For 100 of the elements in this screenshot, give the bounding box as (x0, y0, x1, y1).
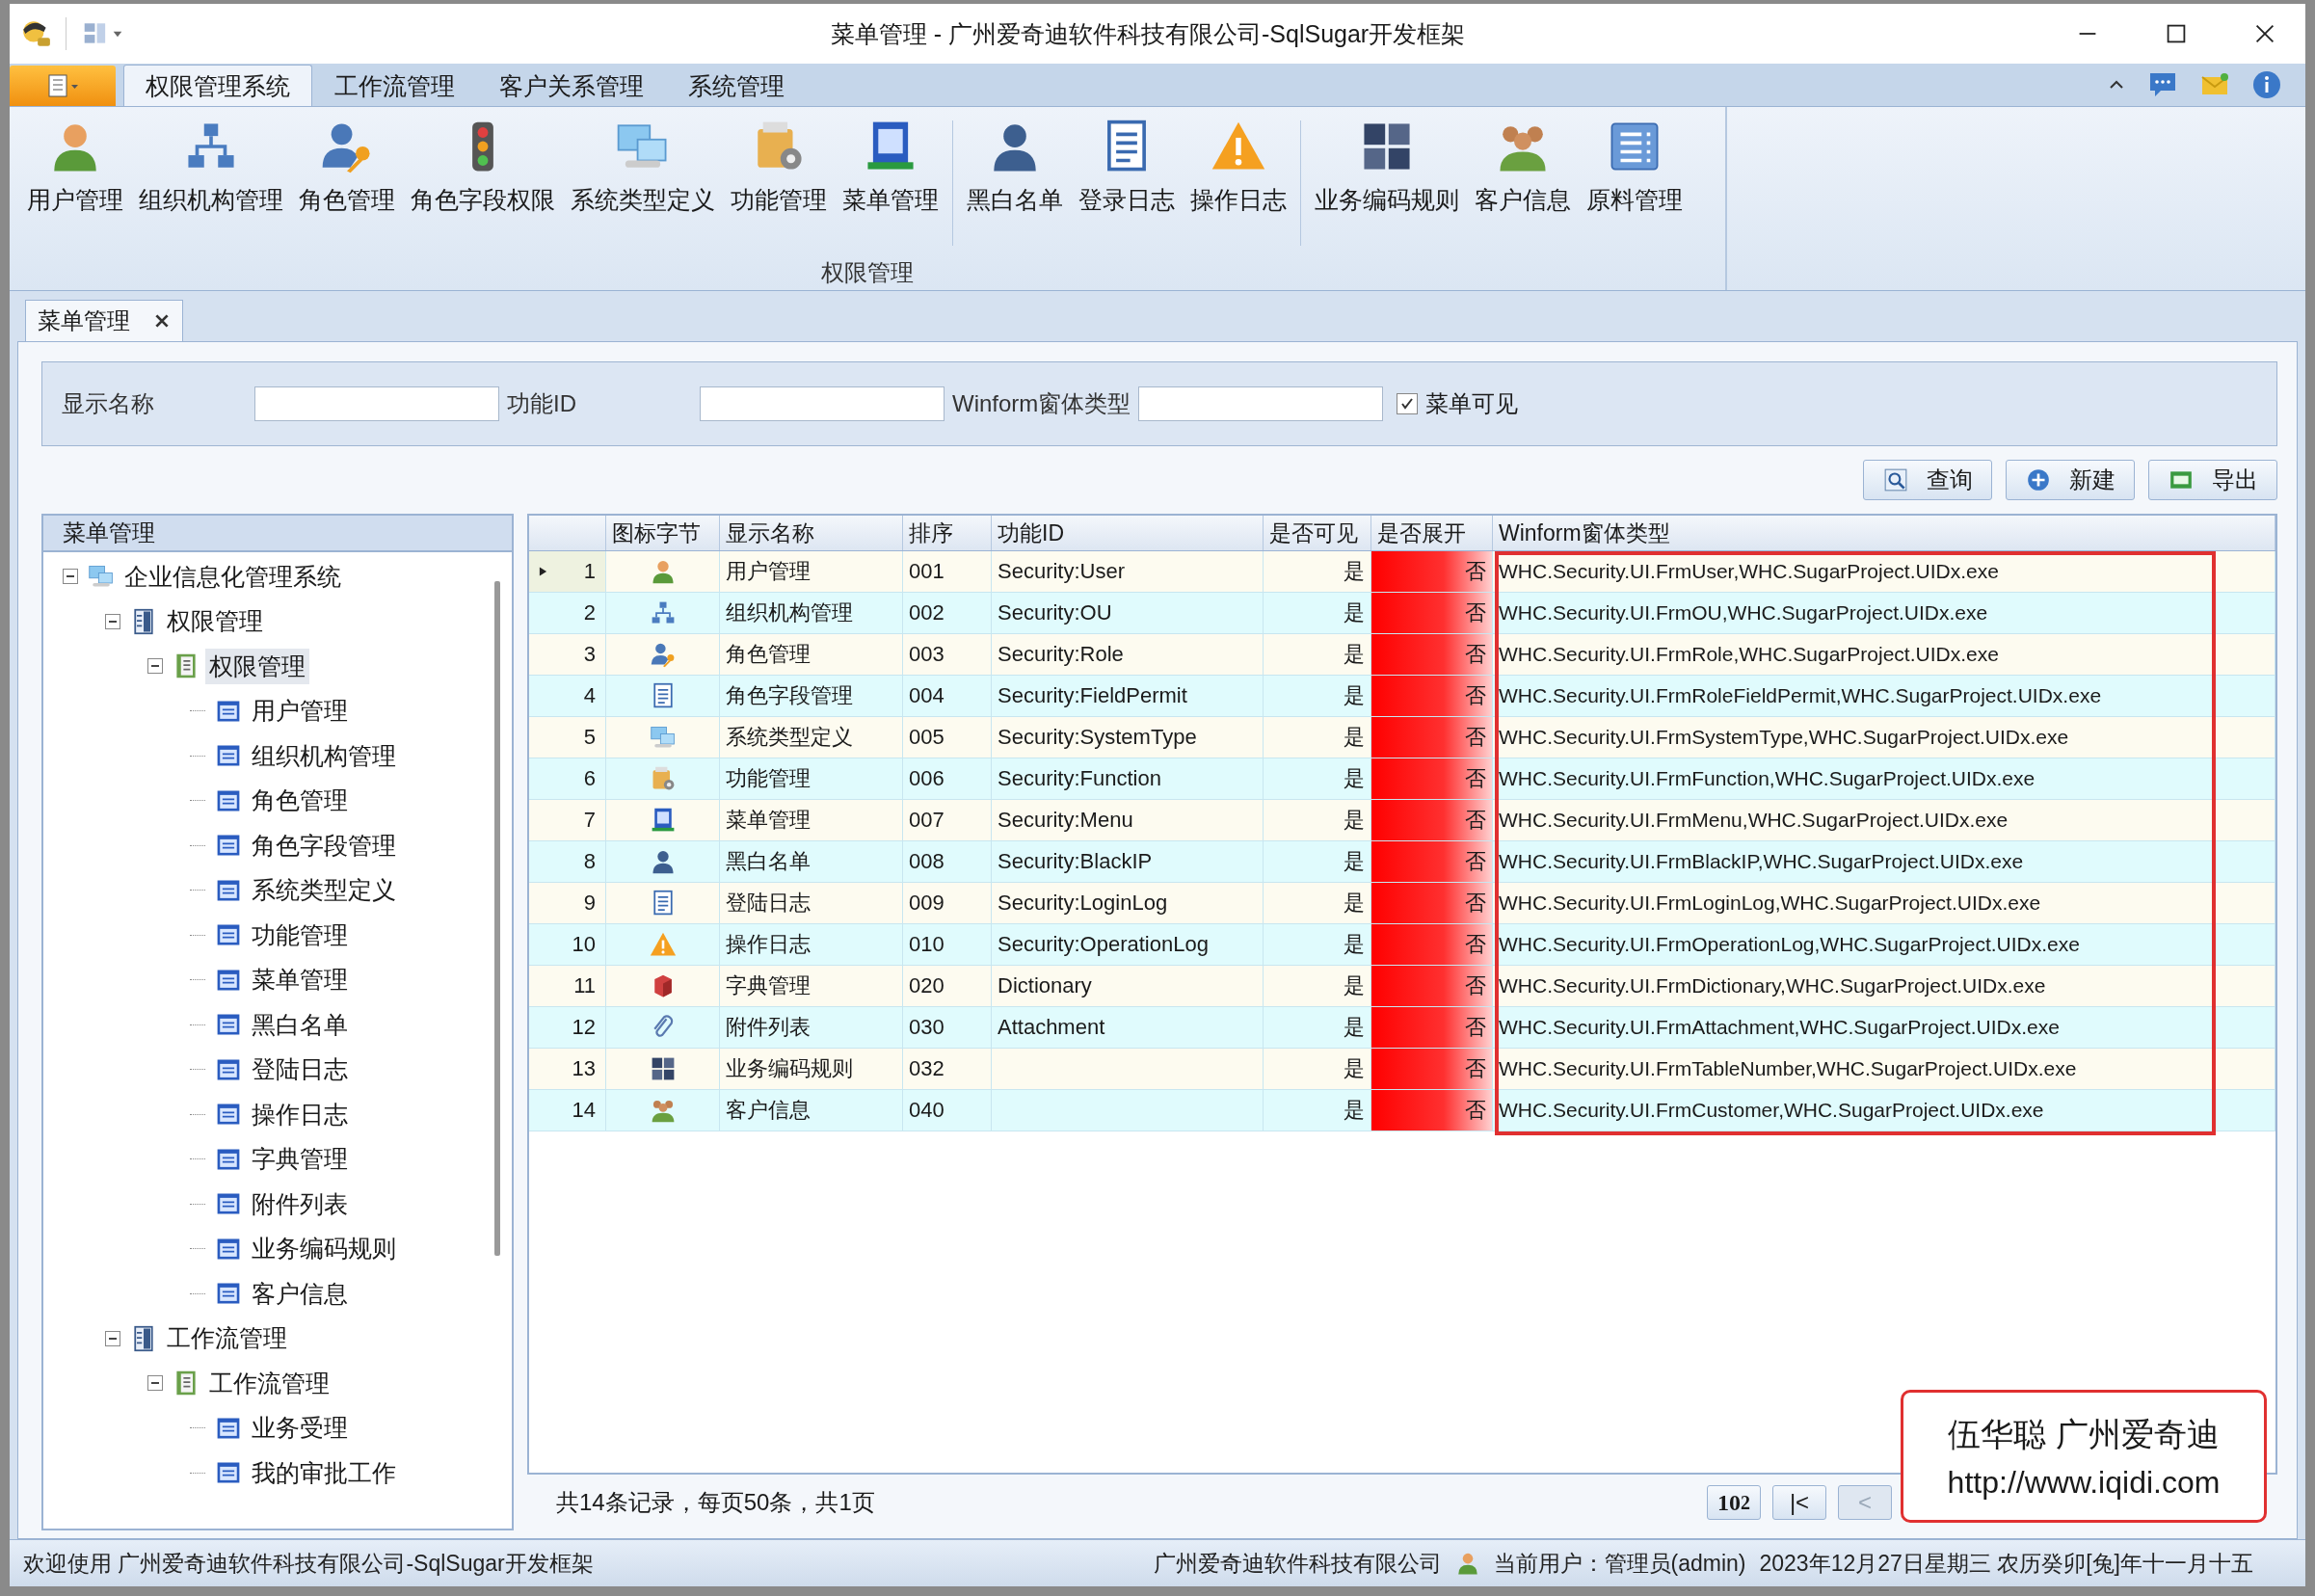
app-menu-button[interactable] (10, 66, 116, 106)
row-header[interactable]: 6 (529, 758, 606, 799)
ribbon-tab[interactable]: 系统管理 (666, 65, 807, 106)
field-label: 显示名称 (62, 389, 155, 418)
ribbon-tab[interactable]: 权限管理系统 (123, 65, 312, 106)
column-header[interactable]: Winform窗体类型 (1493, 516, 2275, 550)
close-icon[interactable] (2253, 22, 2276, 45)
tree-item[interactable]: 登陆日志 (248, 1051, 352, 1088)
table-cell: WHC.Security.UI.FrmRole,WHC.SugarProject.UIDx.exe (1493, 634, 2275, 675)
row-header[interactable]: 12 (529, 1007, 606, 1048)
row-header[interactable]: 9 (529, 883, 606, 923)
tree-item[interactable]: 我的审批工作 (248, 1454, 400, 1491)
tree-item[interactable]: 工作流管理 (205, 1365, 333, 1401)
tree-item[interactable]: 字典管理 (248, 1141, 352, 1178)
row-header[interactable]: 4 (529, 676, 606, 716)
row-header[interactable]: 14 (529, 1090, 606, 1130)
ribbon-button[interactable]: 操作日志 (1186, 117, 1291, 250)
tree-item[interactable]: 用户管理 (248, 693, 352, 730)
table-cell: 否 (1371, 800, 1493, 840)
table-cell: 组织机构管理 (720, 593, 903, 633)
tree-item[interactable]: 业务编码规则 (248, 1231, 400, 1267)
tree-item[interactable]: 权限管理 (205, 648, 309, 684)
column-header[interactable]: 功能ID (992, 516, 1264, 550)
row-header[interactable]: 13 (529, 1049, 606, 1089)
tree-item[interactable]: 角色管理 (248, 783, 352, 819)
pager-button[interactable]: |< (1772, 1485, 1826, 1520)
table-cell: WHC.Security.UI.FrmFunction,WHC.SugarProject.UIDx.exe (1493, 758, 2275, 799)
tree-item[interactable]: 组织机构管理 (248, 737, 400, 774)
tree-item[interactable]: 黑白名单 (248, 1006, 352, 1043)
expander-toggle[interactable] (105, 613, 120, 629)
ribbon-button[interactable]: 菜单管理 (838, 117, 943, 250)
ribbon-tab[interactable]: 工作流管理 (312, 65, 477, 106)
table-cell: Security:SystemType (992, 717, 1264, 758)
ribbon-button[interactable]: 功能管理 (727, 117, 831, 250)
row-header[interactable]: 10 (529, 924, 606, 965)
info-icon[interactable] (2251, 69, 2282, 100)
table-cell: 030 (903, 1007, 992, 1048)
table-cell: 业务编码规则 (720, 1049, 903, 1089)
row-header[interactable]: 5 (529, 717, 606, 758)
row-number: 14 (572, 1098, 596, 1123)
tree-item[interactable]: 附件列表 (248, 1185, 352, 1222)
tree-item[interactable]: 业务受理 (248, 1410, 352, 1447)
action-button[interactable]: 查询 (1863, 460, 1992, 500)
column-header[interactable]: 是否可见 (1264, 516, 1371, 550)
ribbon-button[interactable]: 角色字段权限 (407, 117, 559, 250)
table-cell: Security:Role (992, 634, 1264, 675)
tree-item[interactable]: 工作流管理 (163, 1320, 291, 1357)
ribbon-button[interactable]: 登录日志 (1075, 117, 1179, 250)
table-cell: Security:OperationLog (992, 924, 1264, 965)
row-header[interactable]: 7 (529, 800, 606, 840)
row-number: 6 (583, 766, 596, 791)
table-cell: 角色字段管理 (720, 676, 903, 716)
ribbon-button[interactable]: 客户信息 (1471, 117, 1575, 250)
table-cell: 否 (1371, 841, 1493, 882)
ribbon-button[interactable]: 角色管理 (295, 117, 399, 250)
tree-item[interactable]: 角色字段管理 (248, 827, 400, 864)
input-field[interactable] (1138, 386, 1384, 421)
table-cell: WHC.Security.UI.FrmDictionary,WHC.SugarProject.UIDx.exe (1493, 966, 2275, 1006)
row-header[interactable]: 11 (529, 966, 606, 1006)
tree-item[interactable]: 企业信息化管理系统 (120, 558, 345, 595)
ribbon-button[interactable]: 组织机构管理 (135, 117, 287, 250)
tree-item[interactable]: 操作日志 (248, 1096, 352, 1132)
person-key-icon (649, 641, 677, 668)
tree-item[interactable]: 菜单管理 (248, 962, 352, 998)
action-button[interactable]: 导出 (2148, 460, 2277, 500)
tree-item[interactable]: 系统类型定义 (248, 872, 400, 909)
tree-item[interactable]: 功能管理 (248, 917, 352, 953)
row-header[interactable]: 3 (529, 634, 606, 675)
input-field[interactable] (254, 386, 499, 421)
row-header[interactable]: 1 (529, 551, 606, 592)
row-number: 11 (573, 973, 596, 998)
ribbon-button[interactable]: 系统类型定义 (567, 117, 719, 250)
expander-toggle[interactable] (147, 1375, 163, 1392)
expander-toggle[interactable] (147, 658, 163, 675)
ribbon-button[interactable]: 用户管理 (23, 117, 127, 250)
row-header[interactable]: 2 (529, 593, 606, 633)
ribbon-button[interactable]: 黑白名单 (963, 117, 1067, 250)
expander-toggle[interactable] (63, 569, 78, 585)
document-tab[interactable]: 菜单管理 (25, 300, 183, 341)
column-header[interactable]: 图标字节 (606, 516, 720, 550)
tree-item[interactable]: 权限管理 (163, 603, 267, 640)
table-cell: WHC.Security.UI.FrmOperationLog,WHC.SugarProject.UIDx.exe (1493, 924, 2275, 965)
scrollbar[interactable] (494, 581, 500, 1256)
maximize-icon[interactable] (2165, 22, 2188, 45)
table-cell: WHC.Security.UI.FrmLoginLog,WHC.SugarProject.UIDx.exe (1493, 883, 2275, 923)
tree-item[interactable]: 客户信息 (248, 1275, 352, 1312)
checkbox[interactable] (1397, 393, 1419, 414)
close-icon[interactable] (153, 312, 171, 330)
input-field[interactable] (700, 386, 945, 421)
ribbon-button[interactable]: 业务编码规则 (1311, 117, 1463, 250)
action-button[interactable]: 新建 (2006, 460, 2135, 500)
row-header[interactable]: 8 (529, 841, 606, 882)
column-header[interactable]: 是否展开 (1371, 516, 1493, 550)
ribbon-button[interactable]: 原料管理 (1583, 117, 1687, 250)
expander-toggle[interactable] (105, 1330, 120, 1346)
ribbon-tab[interactable]: 客户关系管理 (477, 65, 666, 106)
column-header[interactable]: 排序 (903, 516, 992, 550)
column-header[interactable]: 显示名称 (720, 516, 903, 550)
current-row-icon (539, 566, 547, 577)
status-text: 广州爱奇迪软件科技有限公司 (1153, 1549, 1442, 1578)
